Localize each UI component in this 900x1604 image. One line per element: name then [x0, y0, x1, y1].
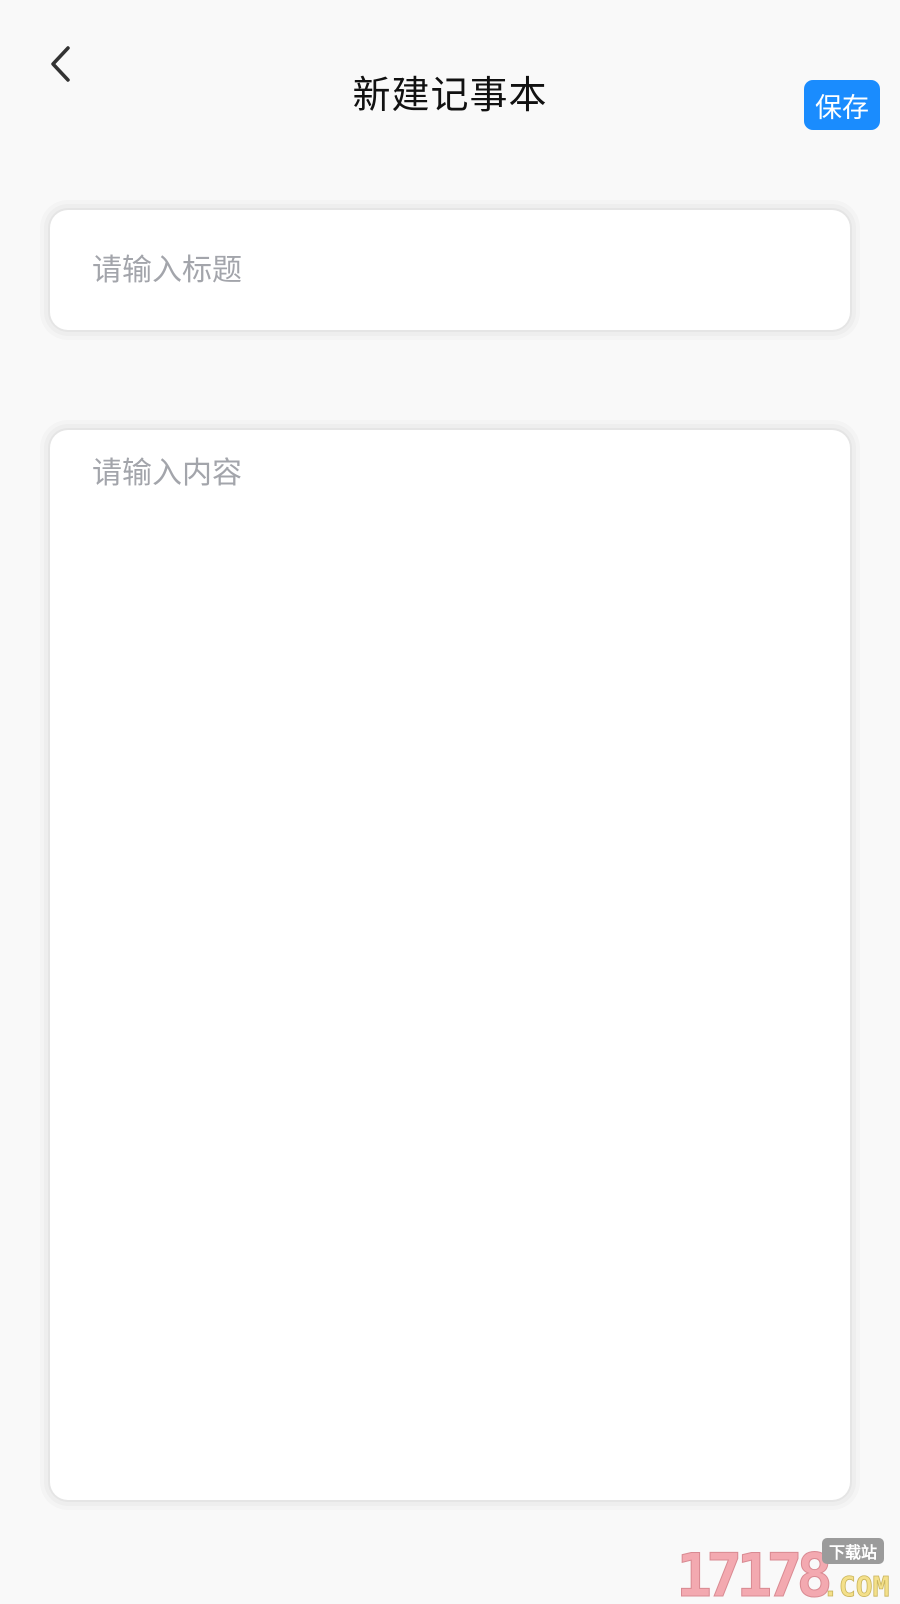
save-button[interactable]: 保存	[804, 80, 880, 130]
page-title: 新建记事本	[352, 73, 548, 117]
header-bar: 新建记事本 保存	[0, 0, 900, 180]
watermark-badge: 下载站	[829, 1543, 877, 1562]
watermark-suffix: .COM	[822, 1570, 889, 1600]
watermark-logo: 17178 下载站 .COM	[676, 1538, 890, 1604]
title-input[interactable]	[92, 210, 814, 330]
watermark-number: 17178	[676, 1541, 829, 1600]
site-watermark: 17178 下载站 .COM	[676, 1536, 900, 1604]
title-card	[50, 210, 850, 330]
content-input[interactable]	[92, 454, 814, 1476]
content-card	[50, 430, 850, 1500]
